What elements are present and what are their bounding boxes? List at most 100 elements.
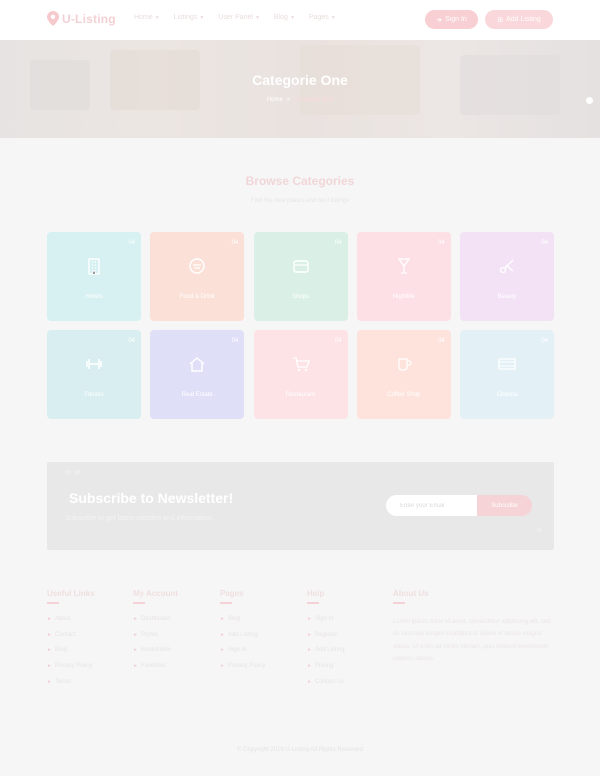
footer-heading: Useful Links [47, 589, 95, 598]
chevron-right-icon: ► [307, 647, 312, 654]
footer-link-label: Add Listing [227, 631, 258, 638]
nav-item-home[interactable]: Home ▼ [134, 14, 160, 21]
chevron-right-icon: ► [133, 616, 138, 622]
footer-link[interactable]: ► Add Listing [220, 632, 265, 648]
sign-in-button[interactable]: ➜ Sign In [425, 10, 478, 29]
chevron-right-icon: ► [307, 678, 312, 685]
cup-icon [398, 358, 412, 371]
footer-link-label: Contact [54, 631, 76, 638]
house-icon [189, 357, 205, 372]
breadcrumb-current: Categorie One [294, 97, 334, 103]
footer-link[interactable]: ► Sign In [220, 647, 265, 663]
page-title: Categorie One [252, 72, 348, 88]
breadcrumb-home[interactable]: Home [267, 97, 283, 103]
footer-link[interactable]: ► Terms [47, 679, 95, 695]
category-card-shops[interactable]: 04 Shops [253, 232, 348, 321]
heading-underline [393, 602, 405, 604]
footer-column-my-account: My Account ► Dashboard ► Profile ► Bookmark… [133, 589, 178, 679]
plus-square-icon: ⊞ [497, 16, 504, 24]
footer-heading: Help [307, 589, 325, 598]
slider-dot[interactable] [586, 97, 593, 104]
footer-link-label: Blog [54, 647, 67, 654]
category-name: Food & Drink [179, 294, 215, 300]
nav-item-user-panel[interactable]: User Panel ▼ [218, 14, 260, 21]
footer-link[interactable]: ► Contact Us [307, 679, 345, 695]
chevron-right-icon: ► [220, 663, 225, 670]
nav-label: Blog [273, 14, 288, 21]
nav-item-listings[interactable]: Listings ▼ [174, 14, 205, 21]
add-listing-button[interactable]: ⊞ Add Listing [485, 10, 553, 29]
category-name: Restaurant [285, 392, 316, 398]
footer-links: ► Sign In ► Register ► Add Listing ► Pricing… [307, 616, 345, 694]
footer-link[interactable]: ► Favorites [133, 663, 178, 679]
page-hero: Categorie One Home» Categorie One [0, 40, 600, 138]
cart-icon [292, 357, 310, 372]
nav-label: Pages [308, 14, 329, 21]
footer-link-label: Bookmarks [140, 647, 171, 654]
footer-link[interactable]: ► About [47, 616, 95, 632]
sign-in-icon: ➜ [436, 16, 443, 24]
footer-link[interactable]: ► Profile [133, 632, 178, 648]
scissors-icon [499, 259, 514, 274]
subscribe-button[interactable]: Subscribe [477, 495, 532, 516]
category-name: Hotels [85, 294, 103, 300]
footer-link[interactable]: ► Register [307, 632, 345, 648]
site-header: U-Listing Home ▼ Listings ▼ User Panel ▼ Bl… [0, 0, 600, 40]
dumbbell-icon [86, 359, 102, 369]
footer-link-label: Sign In [314, 616, 334, 622]
category-card-fitness[interactable]: 04 Fitness [47, 330, 141, 419]
newsletter-email-input[interactable] [386, 495, 477, 516]
footer-links: ► About ► Contact ► Blog ► Privacy Policy ► T… [47, 616, 95, 694]
footer-link[interactable]: ► Add Listing [307, 647, 345, 663]
nav-label: Home [134, 14, 153, 21]
chevron-right-icon: ► [220, 647, 225, 654]
heading-underline [133, 602, 145, 604]
category-card-nightlife[interactable]: 04 Nightlife [356, 232, 451, 321]
footer-link-label: Privacy Policy [227, 663, 266, 670]
footer-link[interactable]: ► Privacy Policy [47, 663, 95, 679]
category-card-hotels[interactable]: 04 Hotels [47, 232, 141, 321]
nav-item-blog[interactable]: Blog ▼ [274, 14, 295, 21]
footer-link-label: Privacy Policy [54, 663, 93, 670]
footer-link[interactable]: ► Dashboard [133, 616, 178, 632]
footer-link[interactable]: ► Blog [220, 616, 265, 632]
nav-item-pages[interactable]: Pages ▼ [309, 14, 336, 21]
building-icon [88, 258, 100, 275]
footer-link-label: Favorites [140, 663, 166, 670]
footer-link[interactable]: ► Blog [47, 647, 95, 663]
chevron-right-icon: ► [47, 663, 52, 670]
category-card-restaurant[interactable]: 04 Restaurant [253, 330, 348, 419]
footer-link-label: Dashboard [140, 616, 171, 622]
category-card-beauty[interactable]: 04 Beauty [460, 232, 554, 321]
restaurant-icon [189, 258, 205, 274]
category-count: 04 [541, 240, 548, 246]
footer-link[interactable]: ► Bookmarks [133, 647, 178, 663]
about-text: Lorem ipsum dolor sit amet, consectetur … [393, 619, 551, 662]
footer-link-label: Blog [227, 616, 240, 622]
category-count: 04 [128, 240, 135, 246]
chevron-right-icon: ► [47, 647, 52, 654]
category-card-cinema[interactable]: 04 Cinema [460, 330, 554, 419]
footer-link[interactable]: ► Pricing [307, 663, 345, 679]
category-count: 04 [334, 338, 342, 344]
footer-column-useful-links: Useful Links ► About ► Contact ► Blog ► Priv… [47, 589, 95, 694]
category-card-real-estate[interactable]: 04 Real Estate [150, 330, 245, 419]
logo[interactable]: U-Listing [47, 11, 116, 26]
category-name: Beauty [497, 294, 517, 300]
chevron-right-icon: ► [307, 616, 312, 622]
footer-link[interactable]: ► Privacy Policy [220, 663, 265, 679]
nav-label: Listings [173, 14, 198, 21]
category-card-food-drink[interactable]: 04 Food & Drink [150, 232, 245, 321]
copyright-text: © Copyright 2019 U-Listing All Rights Re… [236, 747, 364, 753]
category-name: Fitness [84, 392, 104, 398]
footer-link[interactable]: ► Contact [47, 632, 95, 648]
category-card-coffee-shop[interactable]: 04 Coffee Shop [356, 330, 451, 419]
chevron-right-icon: ► [133, 631, 138, 638]
footer-link[interactable]: ► Sign In [307, 616, 345, 632]
category-count: 04 [128, 338, 135, 344]
chevron-down-icon: ▼ [330, 14, 336, 21]
logo-text: U-Listing [62, 11, 116, 26]
category-count: 04 [231, 338, 239, 344]
footer-heading: Pages [220, 589, 244, 598]
chevron-right-icon: ► [307, 631, 312, 638]
